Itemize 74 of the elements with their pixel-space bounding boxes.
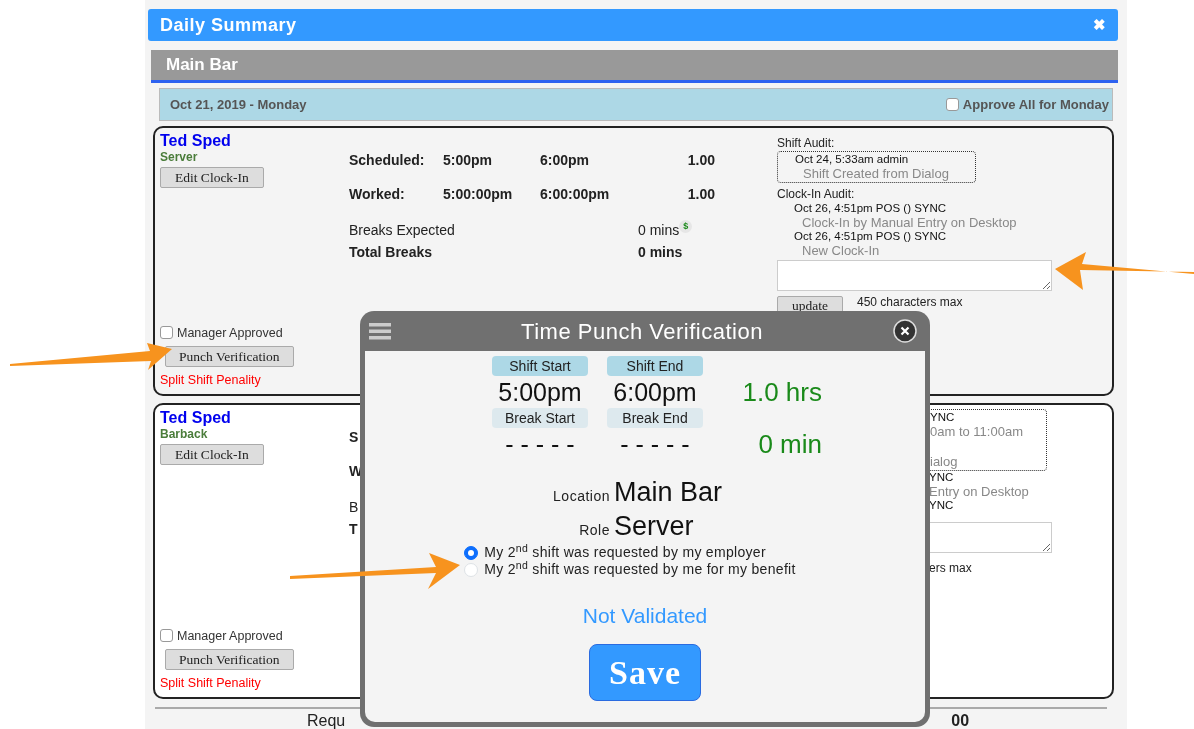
audit-entry-header: Oct 26, 4:51pm POS () SYNC bbox=[793, 202, 948, 215]
checkbox-label[interactable]: Manager Approved bbox=[177, 325, 283, 340]
date-heading: Oct 21, 2019 - Monday bbox=[170, 95, 307, 114]
menu-icon[interactable] bbox=[369, 322, 391, 340]
time-value: 5:00pm bbox=[443, 151, 494, 170]
audit-entry-header: Oct 26, 4:51pm POS () SYNC bbox=[793, 230, 948, 243]
audit-entry-detail: Entry on Desktop bbox=[928, 484, 1030, 499]
row-label: S bbox=[349, 428, 360, 447]
time-label: Break End bbox=[607, 408, 703, 428]
field-label: Role bbox=[578, 521, 611, 540]
audit-label: Shift Audit: bbox=[777, 135, 836, 151]
audit-entry-detail: Clock-In by Manual Entry on Desktop bbox=[801, 215, 1018, 230]
audit-entry-header: YNC bbox=[928, 499, 955, 512]
option-label[interactable]: My 2$^{nd}$ shift was requested by my employer bbox=[484, 544, 766, 561]
time-value: 5:00pm bbox=[497, 377, 583, 408]
duration-value: 0 min bbox=[757, 428, 822, 460]
time-value: 6:00pm bbox=[612, 377, 698, 408]
role-label: Server bbox=[160, 150, 199, 164]
punch-verification-button[interactable]: Punch Verification bbox=[165, 649, 294, 671]
row-label: T bbox=[349, 520, 358, 539]
section-title: Main Bar bbox=[166, 54, 238, 77]
time-value: 5:00:00pm bbox=[443, 185, 514, 204]
audit-entry-detail: Shift Created from Dialog bbox=[802, 166, 950, 181]
time-label: Shift Start bbox=[492, 356, 588, 376]
checkbox-label[interactable]: Approve All for Monday bbox=[962, 96, 1109, 112]
edit-clock-in-button[interactable]: Edit Clock-In bbox=[160, 167, 264, 188]
penalty-text: Split Shift Penality bbox=[160, 372, 262, 390]
close-icon[interactable] bbox=[893, 319, 917, 343]
audit-entry-detail: 0am to 11:00am bbox=[929, 424, 1024, 439]
window-title: Daily Summary bbox=[160, 13, 297, 37]
checkbox[interactable] bbox=[160, 628, 173, 642]
field-value: Main Bar bbox=[614, 476, 723, 508]
audit-entry-detail: ialog bbox=[929, 454, 959, 469]
hours-value: 1.00 bbox=[686, 151, 715, 170]
break-value: 0 mins bbox=[638, 243, 683, 262]
edit-clock-in-button[interactable]: Edit Clock-In bbox=[160, 444, 264, 465]
break-value: 0 mins bbox=[638, 221, 680, 240]
punch-verification-button[interactable]: Punch Verification bbox=[165, 346, 294, 368]
row-label: Scheduled: bbox=[349, 151, 426, 170]
time-value: - - - - - bbox=[619, 429, 691, 460]
dialog-title: Time Punch Verification bbox=[521, 317, 763, 346]
audit-entry-detail: New Clock-In bbox=[801, 243, 881, 258]
time-value: - - - - - bbox=[504, 429, 576, 460]
field-label: Location bbox=[552, 487, 611, 506]
checkbox-label[interactable]: Manager Approved bbox=[177, 628, 283, 643]
checkbox[interactable] bbox=[945, 97, 959, 111]
employee-name[interactable]: Ted Sped bbox=[160, 132, 349, 150]
radio-button[interactable] bbox=[464, 545, 479, 560]
row-label: Total Breaks bbox=[349, 243, 433, 262]
hours-value: 1.00 bbox=[686, 185, 715, 204]
dollar-badge: $ bbox=[679, 220, 693, 233]
row-label: Worked: bbox=[349, 185, 406, 204]
footer-label: Requ bbox=[307, 712, 346, 729]
time-value: 6:00:00pm bbox=[540, 185, 611, 204]
checkbox[interactable] bbox=[160, 325, 173, 339]
audit-entry-header: Oct 24, 5:33am admin bbox=[794, 153, 910, 166]
option-label[interactable]: My 2$^{nd}$ shift was requested by me for my benefit bbox=[484, 561, 796, 578]
field-value: Server bbox=[614, 510, 694, 542]
role-label: Barback bbox=[160, 427, 209, 441]
time-label: Break Start bbox=[492, 408, 588, 428]
employee-name[interactable]: Ted Sped bbox=[160, 409, 349, 427]
audit-entry-header: YNC bbox=[928, 471, 955, 484]
footer-value: 00 bbox=[951, 712, 970, 729]
character-limit-text: 450 characters max bbox=[857, 296, 963, 309]
row-label: B bbox=[349, 498, 359, 517]
audit-label: Clock-In Audit: bbox=[777, 186, 856, 202]
penalty-text: Split Shift Penality bbox=[160, 675, 262, 693]
duration-value: 1.0 hrs bbox=[741, 376, 822, 408]
time-label: Shift End bbox=[607, 356, 703, 376]
time-value: 6:00pm bbox=[540, 151, 591, 170]
status-text: Not Validated bbox=[582, 603, 708, 629]
comment-field[interactable] bbox=[777, 260, 1052, 291]
audit-entry-header: YNC bbox=[929, 411, 956, 424]
row-label: Breaks Expected bbox=[349, 221, 456, 240]
